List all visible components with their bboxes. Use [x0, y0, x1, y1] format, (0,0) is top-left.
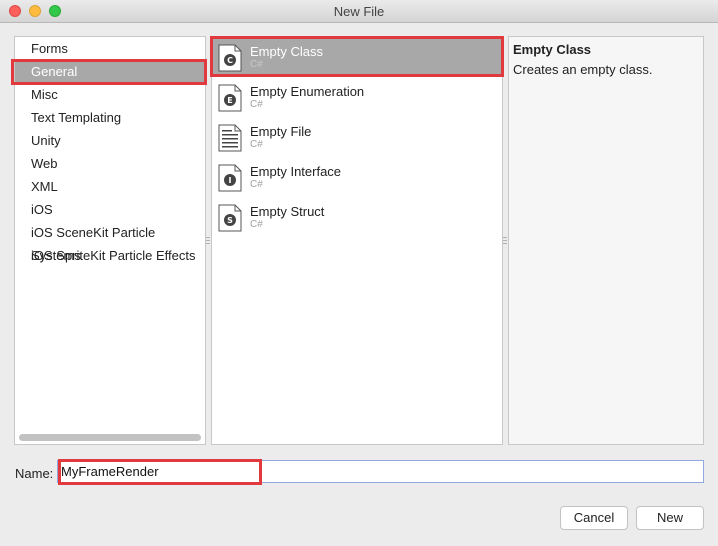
category-item-ios-spritekit[interactable]: iOS SpriteKit Particle Effects [15, 244, 205, 267]
splitter-handle[interactable] [206, 237, 210, 245]
cancel-button[interactable]: Cancel [560, 506, 628, 530]
template-language: C# [250, 139, 263, 150]
template-name: Empty Class [250, 44, 323, 59]
class-file-icon: C [218, 44, 242, 72]
template-item-empty-enumeration[interactable]: E Empty Enumeration C# [212, 77, 502, 117]
category-item-ios[interactable]: iOS [15, 198, 205, 221]
svg-text:I: I [229, 176, 232, 185]
template-description-panel: Empty Class Creates an empty class. [508, 36, 704, 445]
category-item-web[interactable]: Web [15, 152, 205, 175]
category-item-ios-scenekit[interactable]: iOS SceneKit Particle Systems [15, 221, 205, 263]
template-language: C# [250, 219, 263, 230]
struct-file-icon: S [218, 204, 242, 232]
svg-text:S: S [227, 216, 233, 225]
template-item-empty-class[interactable]: C Empty Class C# [212, 37, 502, 77]
category-item-forms[interactable]: Forms [15, 37, 205, 60]
splitter-handle[interactable] [503, 237, 507, 245]
window-title: New File [333, 4, 385, 19]
interface-file-icon: I [218, 164, 242, 192]
title-bar: New File [0, 0, 718, 23]
template-language: C# [250, 59, 263, 70]
template-language: C# [250, 99, 263, 110]
template-list[interactable]: C Empty Class C# E Empty Enumeration C# … [211, 36, 503, 445]
name-label: Name: [15, 466, 54, 481]
template-language: C# [250, 179, 263, 190]
template-item-empty-struct[interactable]: S Empty Struct C# [212, 197, 502, 237]
template-name: Empty Interface [250, 164, 342, 179]
category-item-unity[interactable]: Unity [15, 129, 205, 152]
template-name: Empty File [250, 124, 312, 139]
category-item-text-templating[interactable]: Text Templating [15, 106, 205, 129]
horizontal-scrollbar[interactable] [19, 434, 201, 441]
category-item-misc[interactable]: Misc [15, 83, 205, 106]
category-item-xml[interactable]: XML [15, 175, 205, 198]
file-name-input[interactable] [57, 460, 704, 483]
description-title: Empty Class [513, 42, 592, 57]
template-name: Empty Enumeration [250, 84, 365, 99]
category-item-general[interactable]: General [15, 60, 205, 83]
template-item-empty-file[interactable]: Empty File C# [212, 117, 502, 157]
category-list[interactable]: Forms General Misc Text Templating Unity… [14, 36, 206, 445]
empty-file-icon [218, 124, 242, 152]
template-item-empty-interface[interactable]: I Empty Interface C# [212, 157, 502, 197]
template-name: Empty Struct [250, 204, 325, 219]
svg-text:E: E [227, 96, 232, 105]
new-button[interactable]: New [636, 506, 704, 530]
svg-text:C: C [227, 56, 233, 65]
description-text: Creates an empty class. [513, 62, 653, 77]
enumeration-file-icon: E [218, 84, 242, 112]
